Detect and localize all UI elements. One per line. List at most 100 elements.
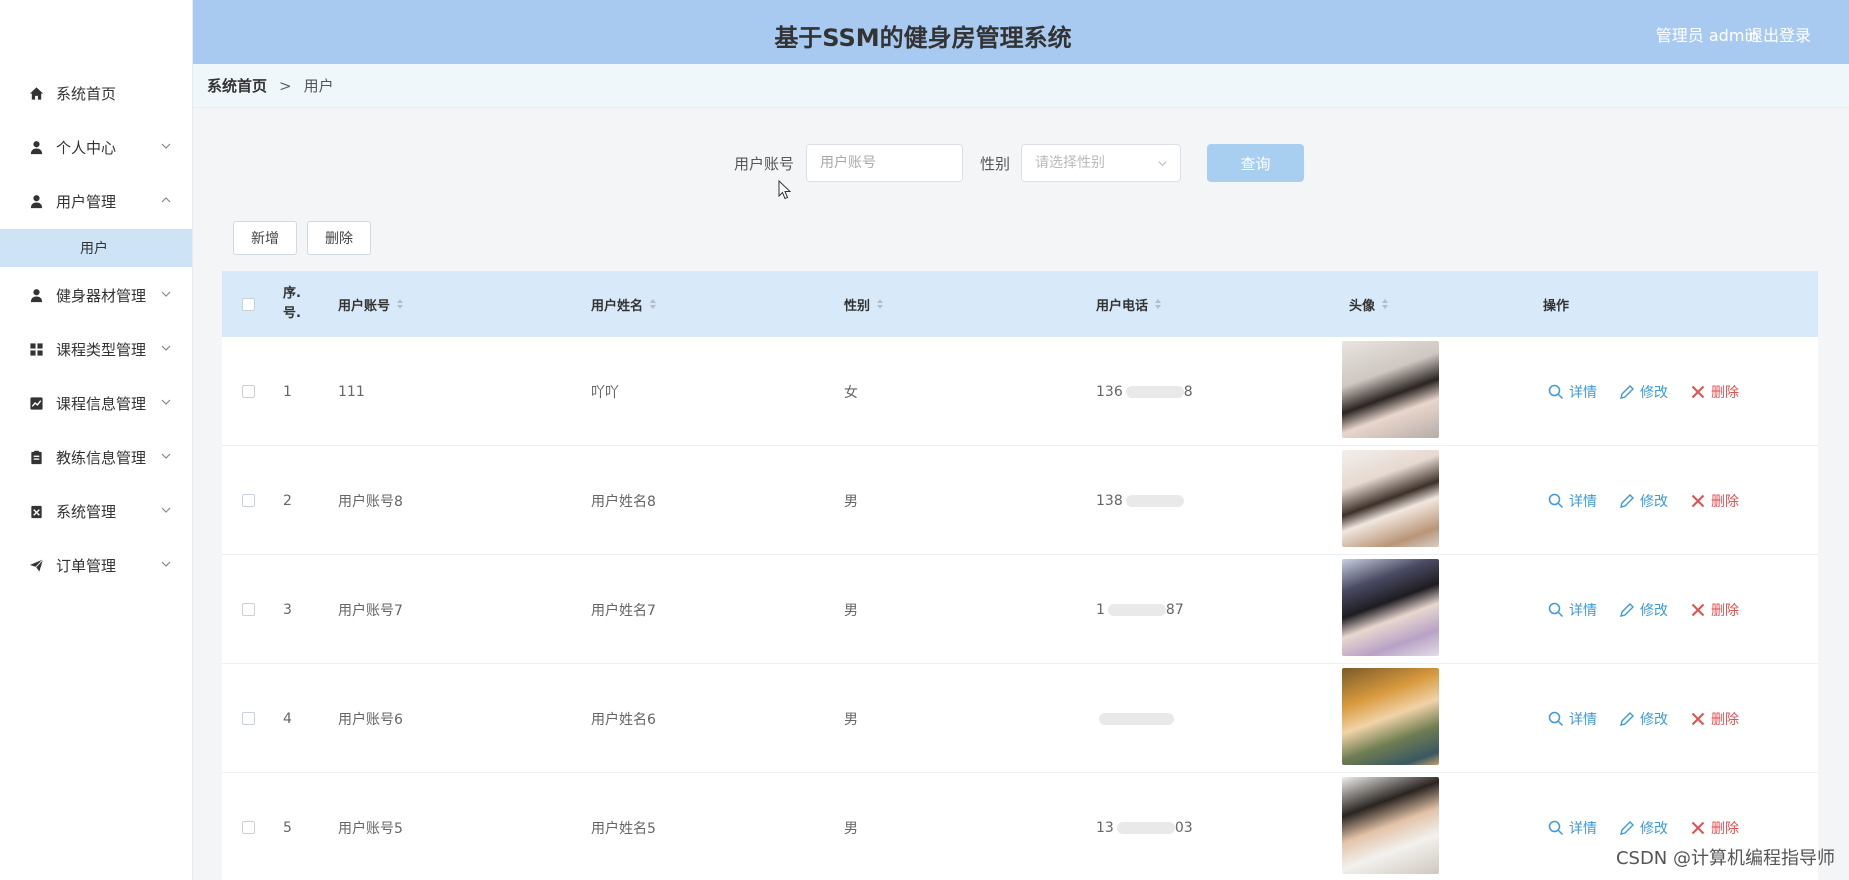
column-account-label: 用户账号	[338, 298, 391, 314]
sidebar-item-system-management[interactable]: 系统管理	[0, 490, 192, 532]
sidebar-item-user-management[interactable]: 用户管理	[0, 180, 192, 222]
delete-button[interactable]: 删除	[1690, 382, 1739, 402]
user-icon	[28, 139, 44, 155]
chart-icon	[28, 395, 44, 411]
logout-link[interactable]: 退出登录	[1747, 22, 1811, 46]
sidebar-item-coach-info[interactable]: 教练信息管理	[0, 436, 192, 478]
sidebar-item-equipment[interactable]: 健身器材管理	[0, 274, 192, 316]
detail-button[interactable]: 详情	[1548, 600, 1597, 620]
row-select-cell	[242, 664, 255, 773]
row-phone: 138	[1096, 446, 1184, 555]
breadcrumb-home[interactable]: 系统首页	[207, 75, 267, 96]
sort-icon[interactable]	[649, 298, 657, 310]
sort-icon[interactable]	[396, 298, 404, 310]
table-row: 3 用户账号7 用户姓名7 男 1 87 详情 修改 删除	[222, 555, 1818, 664]
chevron-down-icon	[161, 143, 171, 149]
edit-button[interactable]: 修改	[1619, 491, 1668, 511]
chevron-down-icon	[161, 399, 171, 405]
sidebar-item-label: 健身器材管理	[56, 286, 147, 305]
sidebar-item-label: 系统首页	[56, 84, 117, 103]
detail-label: 详情	[1569, 711, 1597, 728]
close-icon	[1691, 385, 1705, 398]
column-gender[interactable]: 性别	[844, 271, 884, 337]
sidebar-subitem-user[interactable]: 用户	[0, 229, 192, 267]
column-seq: 序. 号.	[283, 271, 301, 337]
account-search-input[interactable]: 用户账号	[806, 144, 963, 182]
row-checkbox[interactable]	[242, 821, 255, 834]
row-checkbox[interactable]	[242, 603, 255, 616]
avatar	[1342, 777, 1439, 874]
page-title: 基于SSM的健身房管理系统	[774, 24, 1072, 52]
row-select-cell	[242, 773, 255, 880]
delete-button[interactable]: 删除	[1690, 600, 1739, 620]
chevron-up-icon	[161, 197, 171, 203]
row-actions: 详情 修改 删除	[1548, 555, 1739, 664]
user-table: 序. 号. 用户账号 用户姓名 性别 用户电话 头像 操作 1 111 吖吖 女…	[222, 271, 1818, 880]
close-icon	[1691, 821, 1705, 834]
delete-button[interactable]: 删除	[1690, 491, 1739, 511]
column-gender-label: 性别	[844, 298, 871, 314]
column-name-label: 用户姓名	[591, 298, 644, 314]
sort-icon[interactable]	[1381, 298, 1389, 310]
edit-button[interactable]: 修改	[1619, 382, 1668, 402]
row-account: 用户账号7	[338, 602, 403, 619]
detail-button[interactable]: 详情	[1548, 382, 1597, 402]
select-all-checkbox[interactable]	[242, 297, 255, 311]
add-button[interactable]: 新增	[233, 221, 297, 255]
search-icon	[1548, 820, 1564, 835]
edit-button[interactable]: 修改	[1619, 818, 1668, 838]
row-seq: 1	[283, 383, 292, 400]
detail-button[interactable]: 详情	[1548, 709, 1597, 729]
sort-icon[interactable]	[1154, 298, 1162, 310]
detail-button[interactable]: 详情	[1548, 818, 1597, 838]
table-row: 4 用户账号6 用户姓名6 男 详情 修改 删除	[222, 664, 1818, 773]
sidebar-item-course-info[interactable]: 课程信息管理	[0, 382, 192, 424]
sidebar-item-personal-center[interactable]: 个人中心	[0, 126, 192, 168]
edit-button[interactable]: 修改	[1619, 709, 1668, 729]
edit-button[interactable]: 修改	[1619, 600, 1668, 620]
table-header: 序. 号. 用户账号 用户姓名 性别 用户电话 头像 操作	[222, 271, 1818, 337]
sidebar-item-order-management[interactable]: 订单管理	[0, 544, 192, 586]
row-checkbox[interactable]	[242, 494, 255, 507]
row-seq: 3	[283, 601, 292, 618]
select-all-cell	[242, 271, 255, 337]
sidebar-item-home[interactable]: 系统首页	[0, 72, 192, 114]
detail-button[interactable]: 详情	[1548, 491, 1597, 511]
delete-button[interactable]: 删除	[1690, 818, 1739, 838]
column-phone[interactable]: 用户电话	[1096, 271, 1162, 337]
row-name: 用户姓名6	[591, 711, 656, 728]
sidebar-item-label: 课程信息管理	[56, 394, 147, 413]
row-phone	[1096, 664, 1174, 773]
close-icon	[1691, 494, 1705, 507]
avatar	[1342, 341, 1439, 438]
delete-label: 删除	[1711, 711, 1739, 728]
sidebar-item-course-type[interactable]: 课程类型管理	[0, 328, 192, 370]
column-seq-line1: 序.	[283, 286, 301, 301]
search-icon	[1548, 602, 1564, 617]
query-button[interactable]: 查询	[1207, 144, 1304, 182]
chevron-down-icon	[161, 507, 171, 513]
search-icon	[1548, 384, 1564, 399]
sort-icon[interactable]	[876, 298, 884, 310]
batch-delete-button[interactable]: 删除	[307, 221, 371, 255]
phone-mask	[1125, 385, 1184, 398]
delete-button[interactable]: 删除	[1690, 709, 1739, 729]
avatar	[1342, 559, 1439, 656]
row-checkbox[interactable]	[242, 385, 255, 398]
column-seq-line2: 号.	[283, 306, 301, 321]
delete-label: 删除	[1711, 493, 1739, 510]
row-checkbox[interactable]	[242, 712, 255, 725]
row-actions: 详情 修改 删除	[1548, 664, 1739, 773]
delete-label: 删除	[1711, 384, 1739, 401]
sidebar: 系统首页 个人中心 用户管理 用户 健身器材管理 课程类型管理 课程信息管理 教…	[0, 0, 193, 880]
breadcrumb: 系统首页 > 用户	[193, 64, 1849, 108]
admin-label: 管理员 admin	[1655, 26, 1759, 45]
mouse-cursor-icon	[778, 180, 792, 200]
column-name[interactable]: 用户姓名	[591, 271, 657, 337]
column-account[interactable]: 用户账号	[338, 271, 404, 337]
row-select-cell	[242, 555, 255, 664]
gender-select[interactable]: 请选择性别	[1021, 144, 1181, 182]
column-avatar[interactable]: 头像	[1349, 271, 1389, 337]
row-phone-prefix: 1	[1096, 601, 1105, 618]
edit-label: 修改	[1640, 711, 1668, 728]
